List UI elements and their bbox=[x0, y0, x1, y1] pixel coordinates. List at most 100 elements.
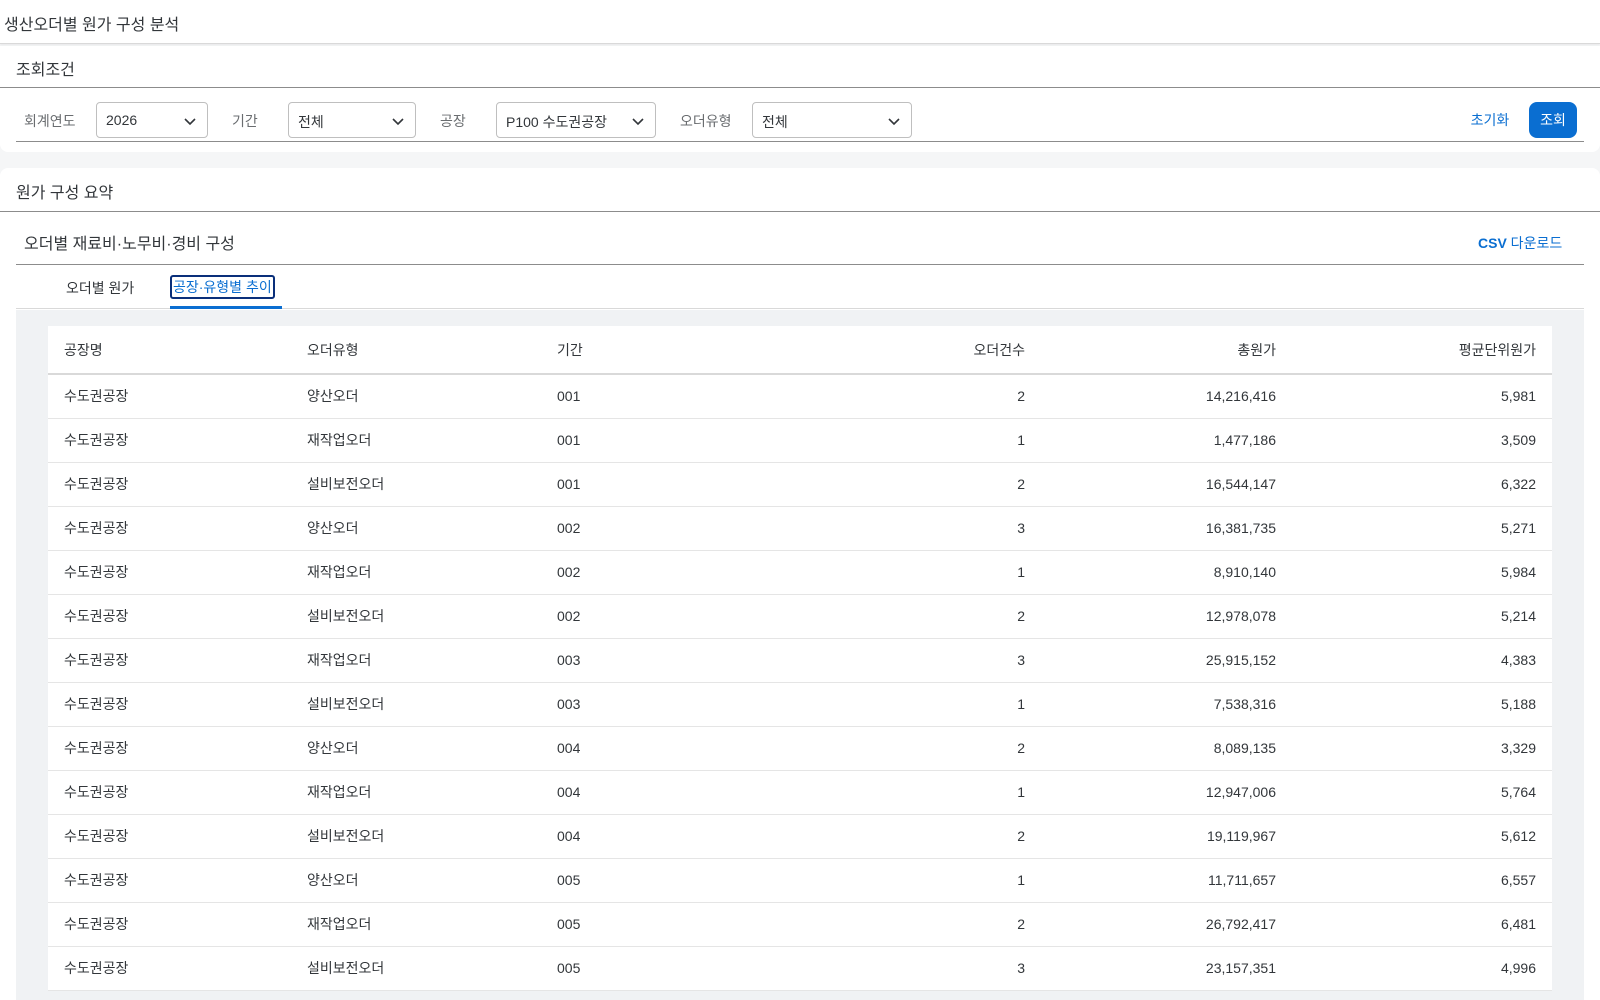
cell-plant: 수도권공장 bbox=[48, 946, 291, 991]
cell-order-count: 1 bbox=[791, 682, 1041, 727]
table-row[interactable]: 수도권공장 재작업오더 001 1 1,477,186 3,509 bbox=[48, 418, 1552, 463]
active-tab-indicator bbox=[170, 306, 282, 309]
cell-plant: 수도권공장 bbox=[48, 682, 291, 727]
table-row[interactable]: 수도권공장 재작업오더 004 1 12,947,006 5,764 bbox=[48, 770, 1552, 815]
plant-value: P100 수도권공장 bbox=[506, 114, 607, 130]
cell-period: 004 bbox=[541, 814, 791, 859]
chevron-down-icon bbox=[392, 118, 404, 126]
cell-period: 001 bbox=[541, 462, 791, 507]
cell-order-type: 설비보전오더 bbox=[291, 946, 541, 991]
cell-order-count: 2 bbox=[791, 594, 1041, 639]
column-header-order-count[interactable]: 오더건수 bbox=[791, 326, 1041, 375]
cell-order-count: 2 bbox=[791, 374, 1041, 419]
cell-order-type: 재작업오더 bbox=[291, 770, 541, 815]
cell-period: 001 bbox=[541, 374, 791, 419]
column-header-order-type[interactable]: 오더유형 bbox=[291, 326, 541, 375]
table-row[interactable]: 수도권공장 설비보전오더 005 3 23,157,351 4,996 bbox=[48, 946, 1552, 991]
cell-order-count: 2 bbox=[791, 902, 1041, 947]
cell-total-cost: 16,381,735 bbox=[1041, 506, 1292, 551]
cell-avg-unit-cost: 6,322 bbox=[1292, 462, 1552, 507]
cell-order-count: 1 bbox=[791, 418, 1041, 463]
csv-label: CSV bbox=[1478, 235, 1507, 251]
cell-plant: 수도권공장 bbox=[48, 462, 291, 507]
cell-period: 004 bbox=[541, 726, 791, 771]
cell-total-cost: 12,978,078 bbox=[1041, 594, 1292, 639]
cell-avg-unit-cost: 3,509 bbox=[1292, 418, 1552, 463]
table-row[interactable]: 수도권공장 설비보전오더 002 2 12,978,078 5,214 bbox=[48, 594, 1552, 639]
period-label: 기간 bbox=[232, 113, 258, 129]
order-type-select[interactable]: 전체 bbox=[752, 102, 912, 138]
cell-order-type: 설비보전오더 bbox=[291, 462, 541, 507]
cell-order-count: 2 bbox=[791, 726, 1041, 771]
cell-plant: 수도권공장 bbox=[48, 858, 291, 903]
table-row[interactable]: 수도권공장 설비보전오더 003 1 7,538,316 5,188 bbox=[48, 682, 1552, 727]
table-row[interactable]: 수도권공장 재작업오더 005 2 26,792,417 6,481 bbox=[48, 902, 1552, 947]
cell-period: 003 bbox=[541, 682, 791, 727]
cell-total-cost: 8,089,135 bbox=[1041, 726, 1292, 771]
cell-plant: 수도권공장 bbox=[48, 814, 291, 859]
table-row[interactable]: 수도권공장 재작업오더 003 3 25,915,152 4,383 bbox=[48, 638, 1552, 683]
tab-bar: 오더별 원가 공장·유형별 추이 bbox=[16, 265, 1584, 309]
table-row[interactable]: 수도권공장 양산오더 005 1 11,711,657 6,557 bbox=[48, 858, 1552, 903]
column-header-total-cost[interactable]: 총원가 bbox=[1041, 326, 1292, 375]
cell-total-cost: 16,544,147 bbox=[1041, 462, 1292, 507]
cell-order-type: 양산오더 bbox=[291, 858, 541, 903]
column-header-avg-unit-cost[interactable]: 평균단위원가 bbox=[1292, 326, 1552, 375]
filter-panel-title: 조회조건 bbox=[16, 62, 75, 79]
cell-plant: 수도권공장 bbox=[48, 418, 291, 463]
cell-avg-unit-cost: 5,612 bbox=[1292, 814, 1552, 859]
cell-avg-unit-cost: 5,214 bbox=[1292, 594, 1552, 639]
cell-period: 002 bbox=[541, 594, 791, 639]
cell-period: 002 bbox=[541, 550, 791, 595]
csv-download-link[interactable]: CSV 다운로드 bbox=[1478, 233, 1562, 253]
cell-period: 003 bbox=[541, 638, 791, 683]
cell-plant: 수도권공장 bbox=[48, 550, 291, 595]
plant-select[interactable]: P100 수도권공장 bbox=[496, 102, 656, 138]
cell-total-cost: 12,947,006 bbox=[1041, 770, 1292, 815]
trend-table: 공장명 오더유형 기간 오더건수 총원가 평균단위원가 수도권공장 양산오더 001… bbox=[48, 326, 1552, 991]
chevron-down-icon bbox=[632, 118, 644, 126]
summary-panel-header: 원가 구성 요약 bbox=[0, 168, 1600, 212]
cell-order-type: 재작업오더 bbox=[291, 550, 541, 595]
cell-order-type: 재작업오더 bbox=[291, 638, 541, 683]
cell-avg-unit-cost: 5,271 bbox=[1292, 506, 1552, 551]
table-row[interactable]: 수도권공장 양산오더 002 3 16,381,735 5,271 bbox=[48, 506, 1552, 551]
cell-period: 005 bbox=[541, 902, 791, 947]
reset-button[interactable]: 초기화 bbox=[1448, 102, 1532, 138]
column-header-period[interactable]: 기간 bbox=[541, 326, 791, 375]
fiscal-year-select[interactable]: 2026 bbox=[96, 102, 208, 138]
cell-avg-unit-cost: 6,481 bbox=[1292, 902, 1552, 947]
tab-plant-type-trend-label: 공장·유형별 추이 bbox=[170, 275, 275, 299]
filter-divider bbox=[16, 141, 1584, 142]
table-row[interactable]: 수도권공장 재작업오더 002 1 8,910,140 5,984 bbox=[48, 550, 1552, 595]
cell-plant: 수도권공장 bbox=[48, 506, 291, 551]
table-row[interactable]: 수도권공장 양산오더 004 2 8,089,135 3,329 bbox=[48, 726, 1552, 771]
filter-panel-header: 조회조건 bbox=[0, 46, 1600, 88]
chevron-down-icon bbox=[888, 118, 900, 126]
period-select[interactable]: 전체 bbox=[288, 102, 416, 138]
cell-order-type: 설비보전오더 bbox=[291, 594, 541, 639]
table-row[interactable]: 수도권공장 양산오더 001 2 14,216,416 5,981 bbox=[48, 374, 1552, 419]
cell-total-cost: 7,538,316 bbox=[1041, 682, 1292, 727]
column-header-plant[interactable]: 공장명 bbox=[48, 326, 291, 375]
cell-avg-unit-cost: 5,984 bbox=[1292, 550, 1552, 595]
cell-avg-unit-cost: 6,557 bbox=[1292, 858, 1552, 903]
cell-total-cost: 23,157,351 bbox=[1041, 946, 1292, 991]
table-area: 공장명 오더유형 기간 오더건수 총원가 평균단위원가 수도권공장 양산오더 001… bbox=[16, 310, 1584, 1000]
cell-period: 005 bbox=[541, 946, 791, 991]
search-button[interactable]: 조회 bbox=[1529, 102, 1577, 138]
chevron-down-icon bbox=[184, 118, 196, 126]
tab-plant-type-trend[interactable]: 공장·유형별 추이 bbox=[170, 265, 282, 309]
table-row[interactable]: 수도권공장 설비보전오더 001 2 16,544,147 6,322 bbox=[48, 462, 1552, 507]
order-type-value: 전체 bbox=[762, 114, 788, 130]
cell-order-count: 3 bbox=[791, 638, 1041, 683]
cell-order-count: 1 bbox=[791, 858, 1041, 903]
cell-total-cost: 11,711,657 bbox=[1041, 858, 1292, 903]
card-title: 오더별 재료비·노무비·경비 구성 bbox=[24, 236, 235, 253]
table-row[interactable]: 수도권공장 설비보전오더 004 2 19,119,967 5,612 bbox=[48, 814, 1552, 859]
tab-order-cost-label: 오더별 원가 bbox=[66, 280, 135, 296]
cell-order-count: 2 bbox=[791, 814, 1041, 859]
cell-total-cost: 14,216,416 bbox=[1041, 374, 1292, 419]
cell-total-cost: 25,915,152 bbox=[1041, 638, 1292, 683]
cell-plant: 수도권공장 bbox=[48, 638, 291, 683]
